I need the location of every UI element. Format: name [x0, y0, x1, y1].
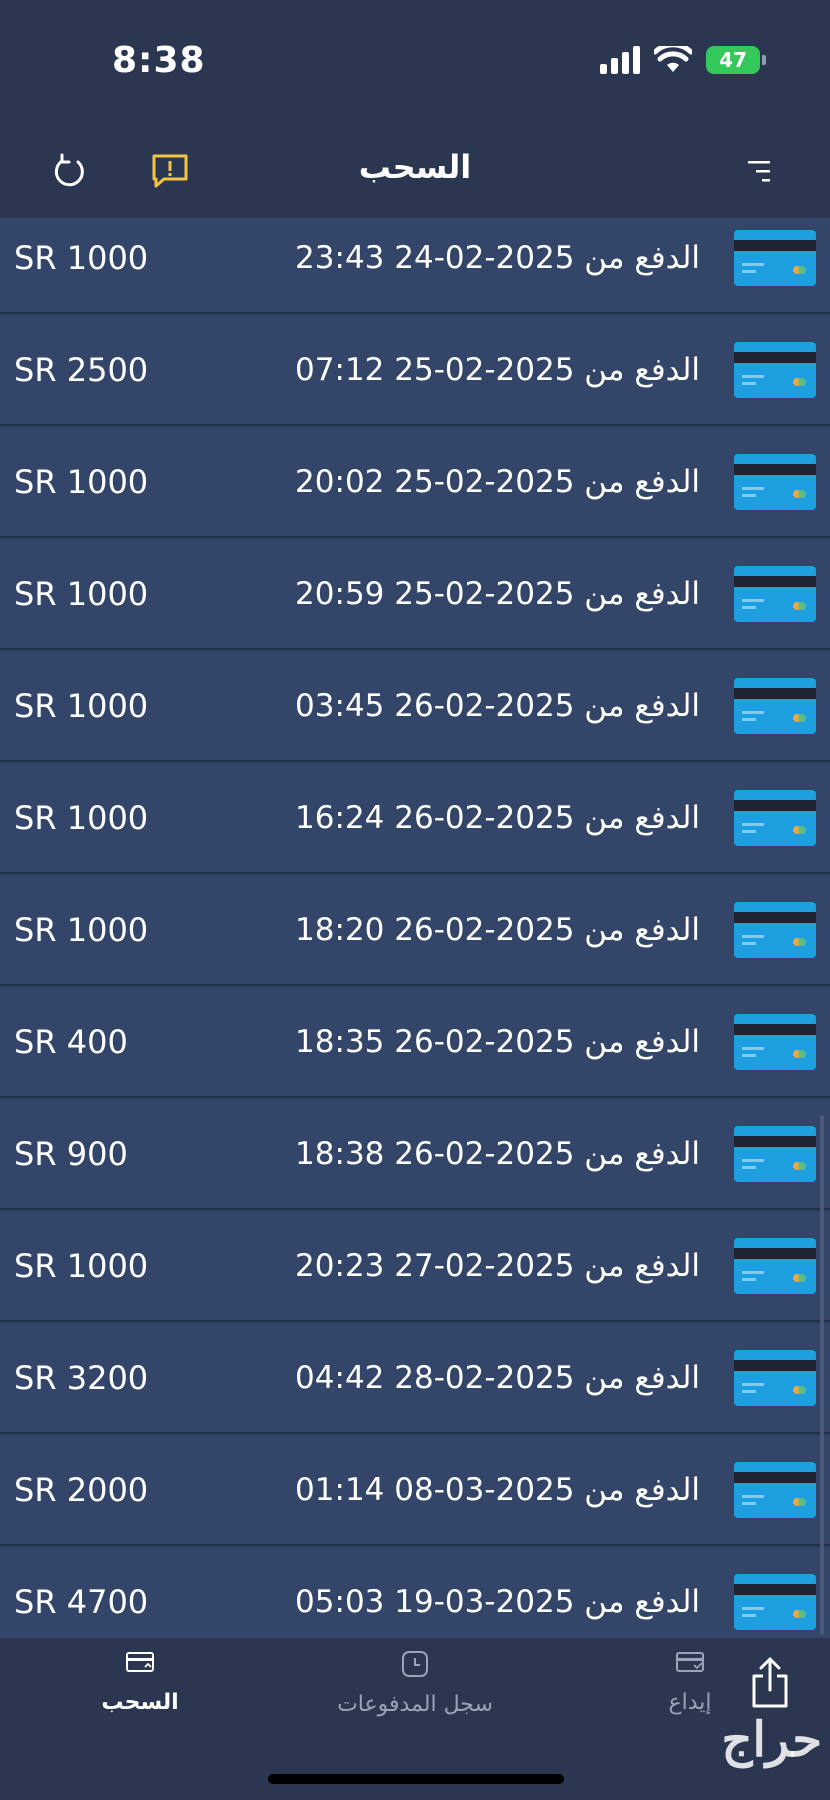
transaction-description: الدفع من 2025-02-26 18:20 [295, 911, 700, 948]
tab-withdraw-label: السحب [101, 1690, 179, 1715]
transaction-description: الدفع من 2025-03-19 05:03 [295, 1583, 700, 1620]
transaction-amount: SR 1000 [14, 462, 149, 501]
tab-payments-log[interactable]: سجل المدفوعات [330, 1650, 500, 1717]
credit-card-icon [734, 454, 816, 510]
transaction-amount: SR 900 [14, 1134, 128, 1173]
clock-icon [402, 1651, 428, 1677]
status-time: 8:38 [112, 40, 206, 81]
credit-card-icon [734, 902, 816, 958]
transaction-amount: SR 1000 [14, 574, 149, 613]
credit-card-icon [734, 1574, 816, 1630]
withdraw-icon [126, 1652, 154, 1672]
watermark-logo: حراج [721, 1712, 822, 1768]
tab-deposit-label: إيداع [668, 1690, 712, 1715]
status-icons: 47 [600, 46, 766, 74]
transaction-amount: SR 1000 [14, 1246, 149, 1285]
transaction-row[interactable]: SR 2000 الدفع من 2025-03-08 01:14 [0, 1435, 830, 1546]
tab-payments-log-label: سجل المدفوعات [337, 1692, 493, 1717]
transaction-amount: SR 1000 [14, 910, 149, 949]
credit-card-icon [734, 790, 816, 846]
transaction-amount: SR 3200 [14, 1358, 149, 1397]
transaction-description: الدفع من 2025-02-26 03:45 [295, 687, 700, 724]
transaction-amount: SR 1000 [14, 798, 149, 837]
credit-card-icon [734, 1462, 816, 1518]
transaction-description: الدفع من 2025-02-25 20:59 [295, 575, 700, 612]
share-icon[interactable] [748, 1656, 792, 1710]
transaction-amount: SR 1000 [14, 238, 149, 277]
transaction-amount: SR 1000 [14, 686, 149, 725]
transaction-amount: SR 4700 [14, 1582, 149, 1621]
filter-menu-icon[interactable] [744, 158, 774, 184]
signal-icon [600, 46, 640, 74]
credit-card-icon [734, 566, 816, 622]
transaction-list[interactable]: SR 1000 الدفع من 2025-02-24 23:43 SR 2500 ا… [0, 218, 830, 1638]
deposit-icon [676, 1652, 704, 1672]
wifi-icon [654, 46, 692, 72]
battery-icon: 47 [706, 46, 766, 74]
tab-deposit[interactable]: إيداع [660, 1650, 720, 1715]
transaction-row[interactable]: SR 1000 الدفع من 2025-02-25 20:59 [0, 539, 830, 650]
transaction-description: الدفع من 2025-02-26 18:38 [295, 1135, 700, 1172]
credit-card-icon [734, 1126, 816, 1182]
transaction-row[interactable]: SR 1000 الدفع من 2025-02-26 18:20 [0, 875, 830, 986]
credit-card-icon [734, 230, 816, 286]
transaction-row[interactable]: SR 400 الدفع من 2025-02-26 18:35 [0, 987, 830, 1098]
transaction-description: الدفع من 2025-02-27 20:23 [295, 1247, 700, 1284]
credit-card-icon [734, 1238, 816, 1294]
transaction-description: الدفع من 2025-02-26 16:24 [295, 799, 700, 836]
transaction-row[interactable]: SR 1000 الدفع من 2025-02-26 03:45 [0, 651, 830, 762]
transaction-row[interactable]: SR 3200 الدفع من 2025-02-28 04:42 [0, 1323, 830, 1434]
transaction-description: الدفع من 2025-02-24 23:43 [295, 239, 700, 276]
transaction-description: الدفع من 2025-02-26 18:35 [295, 1023, 700, 1060]
credit-card-icon [734, 678, 816, 734]
transaction-amount: SR 2000 [14, 1470, 149, 1509]
transaction-row[interactable]: SR 1000 الدفع من 2025-02-25 20:02 [0, 427, 830, 538]
transaction-row[interactable]: SR 1000 الدفع من 2025-02-26 16:24 [0, 763, 830, 874]
credit-card-icon [734, 342, 816, 398]
transaction-amount: SR 400 [14, 1022, 128, 1061]
tab-withdraw[interactable]: السحب [90, 1650, 190, 1715]
transaction-row[interactable]: SR 2500 الدفع من 2025-02-25 07:12 [0, 315, 830, 426]
transaction-row[interactable]: SR 900 الدفع من 2025-02-26 18:38 [0, 1099, 830, 1210]
scroll-indicator[interactable] [820, 1115, 824, 1635]
credit-card-icon [734, 1350, 816, 1406]
transaction-description: الدفع من 2025-02-25 07:12 [295, 351, 700, 388]
transaction-description: الدفع من 2025-02-25 20:02 [295, 463, 700, 500]
credit-card-icon [734, 1014, 816, 1070]
transaction-row[interactable]: SR 1000 الدفع من 2025-02-27 20:23 [0, 1211, 830, 1322]
page-title: السحب [358, 148, 472, 186]
transaction-amount: SR 2500 [14, 350, 149, 389]
transaction-description: الدفع من 2025-03-08 01:14 [295, 1471, 700, 1508]
transaction-row[interactable]: SR 1000 الدفع من 2025-02-24 23:43 [0, 218, 830, 314]
home-indicator[interactable] [268, 1774, 564, 1784]
transaction-row[interactable]: SR 4700 الدفع من 2025-03-19 05:03 [0, 1547, 830, 1638]
transaction-description: الدفع من 2025-02-28 04:42 [295, 1359, 700, 1396]
